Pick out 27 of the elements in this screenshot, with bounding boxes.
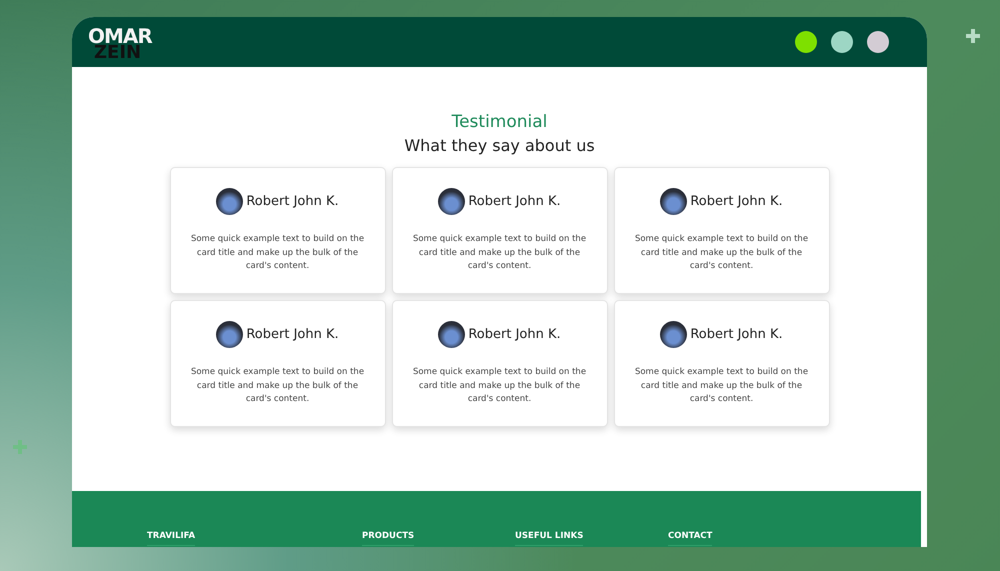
section-eyebrow: Testimonial <box>452 112 548 132</box>
reviewer-name: Robert John K. <box>690 327 783 342</box>
avatar <box>438 188 466 215</box>
reviewer-name: Robert John K. <box>468 327 561 342</box>
reviewer-name: Robert John K. <box>246 327 339 342</box>
reviewer-name: Robert John K. <box>468 194 561 209</box>
plus-icon <box>13 440 27 454</box>
avatar <box>660 321 688 348</box>
avatar <box>216 321 244 348</box>
avatar <box>216 188 244 215</box>
plus-icon <box>966 29 980 43</box>
avatar <box>438 321 466 348</box>
footer-heading: TRAVILIFA <box>147 531 196 546</box>
section-heading: What they say about us <box>404 136 595 156</box>
avatar <box>660 188 688 215</box>
testimonial-text: Some quick example text to build on the card title and make up the bulk of the card's content. <box>190 366 366 406</box>
footer-heading: PRODUCTS <box>362 531 414 546</box>
reviewer-name: Robert John K. <box>690 194 783 209</box>
testimonial-text: Some quick example text to build on the card title and make up the bulk of the card's content. <box>412 366 588 406</box>
testimonial-text: Some quick example text to build on the card title and make up the bulk of the card's content. <box>634 366 810 406</box>
logo: OMAR ZEIN <box>88 28 152 60</box>
reviewer-name: Robert John K. <box>246 194 339 209</box>
testimonial-text: Some quick example text to build on the card title and make up the bulk of the card's content. <box>190 233 366 273</box>
testimonial-text: Some quick example text to build on the card title and make up the bulk of the card's content. <box>412 233 588 273</box>
footer-heading: CONTACT <box>668 531 712 546</box>
testimonial-text: Some quick example text to build on the card title and make up the bulk of the card's content. <box>634 233 810 273</box>
footer-heading: USEFUL LINKS <box>515 531 584 546</box>
